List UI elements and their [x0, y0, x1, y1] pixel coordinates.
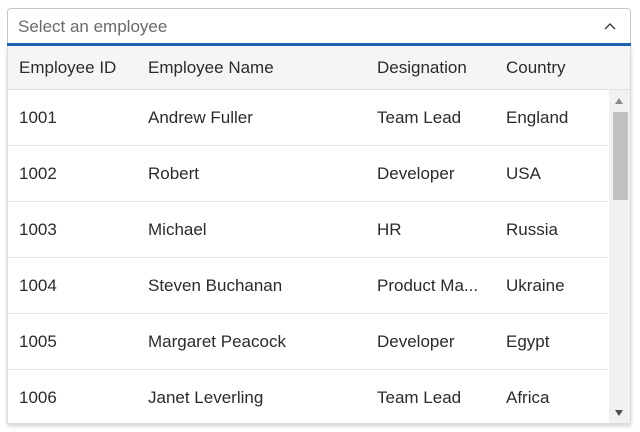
table-row[interactable]: 1001 Andrew Fuller Team Lead England [8, 90, 608, 146]
scroll-up-arrow-icon[interactable] [615, 98, 623, 104]
designation-cell: Product Ma... [377, 276, 479, 295]
chevron-up-icon[interactable] [604, 21, 616, 31]
employee-name-cell: Janet Leverling [148, 387, 264, 407]
country-cell: Egypt [506, 331, 550, 351]
grid-header: Employee ID Employee Name Designation Co… [8, 46, 630, 90]
designation-cell: HR [377, 220, 402, 239]
country-cell: Ukraine [506, 275, 565, 295]
country-cell: Russia [506, 219, 558, 239]
column-header-country[interactable]: Country [506, 46, 606, 89]
employee-id-cell: 1003 [19, 219, 57, 239]
country-cell: England [506, 107, 569, 127]
employee-search-input[interactable] [18, 9, 578, 45]
scroll-down-arrow-icon[interactable] [615, 410, 623, 416]
employee-name-cell: Steven Buchanan [148, 275, 283, 295]
scrollbar-thumb[interactable] [613, 112, 628, 200]
vertical-scrollbar[interactable] [609, 90, 630, 423]
designation-cell: Team Lead [377, 388, 462, 407]
employee-combobox[interactable] [7, 8, 631, 45]
employee-id-cell: 1004 [19, 275, 57, 295]
employee-id-cell: 1006 [19, 387, 57, 407]
employee-name-cell: Andrew Fuller [148, 107, 253, 127]
grid-rows: 1001 Andrew Fuller Team Lead England 100… [8, 90, 608, 423]
table-row[interactable]: 1006 Janet Leverling Team Lead Africa [8, 370, 608, 423]
designation-cell: Developer [377, 332, 455, 351]
employee-dropdown-popup: Employee ID Employee Name Designation Co… [7, 46, 631, 424]
table-row[interactable]: 1004 Steven Buchanan Product Ma... Ukrai… [8, 258, 608, 314]
employee-name-cell: Michael [148, 219, 207, 239]
designation-cell: Developer [377, 164, 455, 183]
table-row[interactable]: 1005 Margaret Peacock Developer Egypt [8, 314, 608, 370]
table-row[interactable]: 1003 Michael HR Russia [8, 202, 608, 258]
employee-id-cell: 1001 [19, 107, 57, 127]
country-cell: Africa [506, 387, 550, 407]
column-header-designation[interactable]: Designation [377, 46, 485, 89]
table-row[interactable]: 1002 Robert Developer USA [8, 146, 608, 202]
employee-id-cell: 1005 [19, 331, 57, 351]
employee-name-cell: Robert [148, 163, 200, 183]
designation-cell: Team Lead [377, 108, 462, 127]
country-cell: USA [506, 163, 541, 183]
employee-name-cell: Margaret Peacock [148, 331, 286, 351]
column-header-employee-id[interactable]: Employee ID [19, 46, 139, 89]
employee-id-cell: 1002 [19, 163, 57, 183]
column-header-employee-name[interactable]: Employee Name [148, 46, 368, 89]
